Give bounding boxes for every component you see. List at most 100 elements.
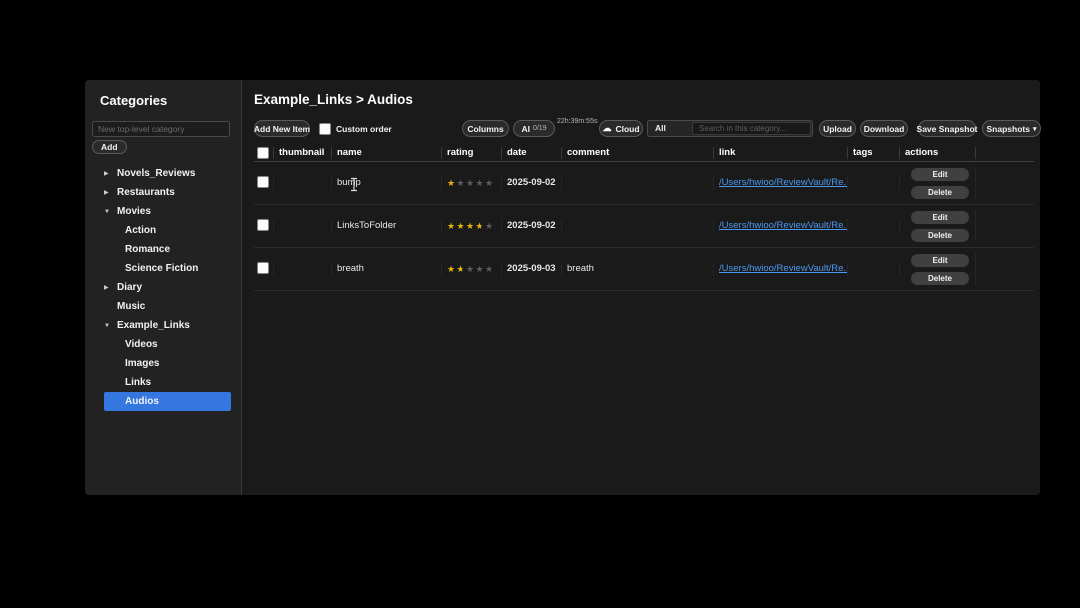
rating-cell[interactable]: ★★★★★ — [442, 176, 502, 190]
cloud-label: Cloud — [615, 124, 639, 134]
star-icon: ★ — [447, 176, 457, 190]
table-row: bump★★★★★2025-09-02/Users/hwioo/ReviewVa… — [254, 162, 1034, 205]
star-icon: ★ — [447, 262, 457, 276]
sidebar-item-music[interactable]: Music — [104, 297, 231, 316]
sidebar-item-action[interactable]: Action — [104, 221, 231, 240]
filter-dropdown[interactable]: All — [655, 121, 666, 136]
custom-order-label: Custom order — [336, 124, 392, 134]
delete-button[interactable]: Delete — [911, 229, 969, 242]
sidebar-item-label: Example_Links — [117, 320, 190, 331]
sidebar-item-label: Images — [125, 358, 159, 369]
comment-cell: breath — [562, 262, 714, 276]
sidebar-item-links[interactable]: Links — [104, 373, 231, 392]
actions-cell: Edit Delete — [900, 253, 976, 285]
sidebar-item-movies[interactable]: ▼Movies — [104, 202, 231, 221]
comment-cell — [562, 176, 714, 190]
tags-cell — [848, 262, 900, 276]
header-select-cell — [254, 147, 274, 159]
add-new-item-button[interactable]: Add New Item — [254, 120, 310, 137]
thumbnail-cell — [274, 176, 332, 190]
cloud-button[interactable]: ☁ Cloud — [599, 120, 643, 137]
chevron-right-icon[interactable]: ▶ — [104, 284, 117, 291]
star-icon: ★ — [466, 262, 476, 276]
edit-button[interactable]: Edit — [911, 168, 969, 181]
sidebar-item-images[interactable]: Images — [104, 354, 231, 373]
new-category-input[interactable] — [92, 121, 230, 137]
row-checkbox[interactable] — [257, 262, 269, 274]
sidebar: Categories Add ▶Novels_Reviews▶Restauran… — [85, 80, 242, 495]
item-link[interactable]: /Users/hwioo/ReviewVault/Re... — [719, 177, 848, 188]
chevron-right-icon[interactable]: ▶ — [104, 189, 117, 196]
sidebar-item-label: Links — [125, 377, 151, 388]
sidebar-item-label: Novels_Reviews — [117, 168, 195, 179]
column-header-name: name — [332, 147, 442, 159]
sidebar-item-example-links[interactable]: ▼Example_Links — [104, 316, 231, 335]
comment-cell — [562, 219, 714, 233]
item-link[interactable]: /Users/hwioo/ReviewVault/Re... — [719, 220, 848, 231]
upload-button[interactable]: Upload — [819, 120, 856, 137]
sidebar-item-label: Romance — [125, 244, 170, 255]
star-icon: ★ — [466, 176, 476, 190]
star-icon: ★ — [447, 219, 457, 233]
column-header-thumbnail: thumbnail — [274, 147, 332, 159]
row-checkbox[interactable] — [257, 176, 269, 188]
sidebar-item-label: Action — [125, 225, 156, 236]
sidebar-item-diary[interactable]: ▶Diary — [104, 278, 231, 297]
delete-button[interactable]: Delete — [911, 186, 969, 199]
custom-order-checkbox[interactable] — [319, 123, 331, 135]
row-select-cell — [254, 219, 274, 233]
item-link[interactable]: /Users/hwioo/ReviewVault/Re... — [719, 263, 848, 274]
star-icon: ★ — [457, 219, 467, 233]
ai-label: AI — [521, 124, 530, 134]
actions-cell: Edit Delete — [900, 210, 976, 242]
delete-button[interactable]: Delete — [911, 272, 969, 285]
date-cell: 2025-09-02 — [502, 219, 562, 233]
row-spacer-cell — [976, 176, 1034, 190]
edit-button[interactable]: Edit — [911, 211, 969, 224]
snapshots-label: Snapshots — [987, 124, 1030, 134]
chevron-right-icon[interactable]: ▶ — [104, 170, 117, 177]
columns-button[interactable]: Columns — [462, 120, 509, 137]
rating-cell[interactable]: ★★★★★★ — [442, 219, 502, 233]
sidebar-item-audios[interactable]: Audios — [104, 392, 231, 411]
row-checkbox[interactable] — [257, 219, 269, 231]
rating-cell[interactable]: ★★★★★★ — [442, 262, 502, 276]
select-all-checkbox[interactable] — [257, 147, 269, 159]
sidebar-item-novels-reviews[interactable]: ▶Novels_Reviews — [104, 164, 231, 183]
row-spacer-cell — [976, 219, 1034, 233]
breadcrumb: Example_Links > Audios — [254, 92, 413, 107]
save-snapshot-button[interactable]: Save Snapshot — [918, 120, 976, 137]
app-window: Categories Add ▶Novels_Reviews▶Restauran… — [85, 80, 1040, 495]
link-cell: /Users/hwioo/ReviewVault/Re... — [714, 176, 848, 190]
link-cell: /Users/hwioo/ReviewVault/Re... — [714, 262, 848, 276]
chevron-down-icon[interactable]: ▼ — [104, 209, 117, 215]
sidebar-item-romance[interactable]: Romance — [104, 240, 231, 259]
sidebar-item-label: Diary — [117, 282, 142, 293]
row-spacer-cell — [976, 262, 1034, 276]
thumbnail-cell — [274, 262, 332, 276]
add-category-button[interactable]: Add — [92, 140, 127, 154]
custom-order-control: Custom order — [319, 120, 392, 137]
row-select-cell — [254, 262, 274, 276]
cloud-icon: ☁ — [602, 123, 611, 134]
sidebar-item-restaurants[interactable]: ▶Restaurants — [104, 183, 231, 202]
ai-count: 0/19 — [533, 125, 547, 132]
chevron-down-icon[interactable]: ▼ — [104, 323, 117, 329]
sidebar-item-label: Restaurants — [117, 187, 175, 198]
name-cell: LinksToFolder — [332, 219, 442, 233]
edit-button[interactable]: Edit — [911, 254, 969, 267]
date-cell: 2025-09-02 — [502, 176, 562, 190]
main-panel: Example_Links > Audios Add New Item Cust… — [242, 80, 1040, 495]
sidebar-item-videos[interactable]: Videos — [104, 335, 231, 354]
ai-button[interactable]: AI 0/19 — [513, 120, 555, 137]
sidebar-item-science-fiction[interactable]: Science Fiction — [104, 259, 231, 278]
download-button[interactable]: Download — [860, 120, 908, 137]
search-input[interactable] — [692, 122, 811, 135]
snapshots-dropdown-button[interactable]: Snapshots ▾ — [982, 120, 1041, 137]
star-icon: ★★ — [476, 219, 486, 233]
sidebar-item-label: Videos — [125, 339, 158, 350]
name-cell: breath — [332, 262, 442, 276]
items-table: thumbnailnameratingdatecommentlinktagsac… — [254, 144, 1034, 291]
category-tree: ▶Novels_Reviews▶Restaurants▼MoviesAction… — [85, 164, 241, 411]
column-header-tags: tags — [848, 147, 900, 159]
